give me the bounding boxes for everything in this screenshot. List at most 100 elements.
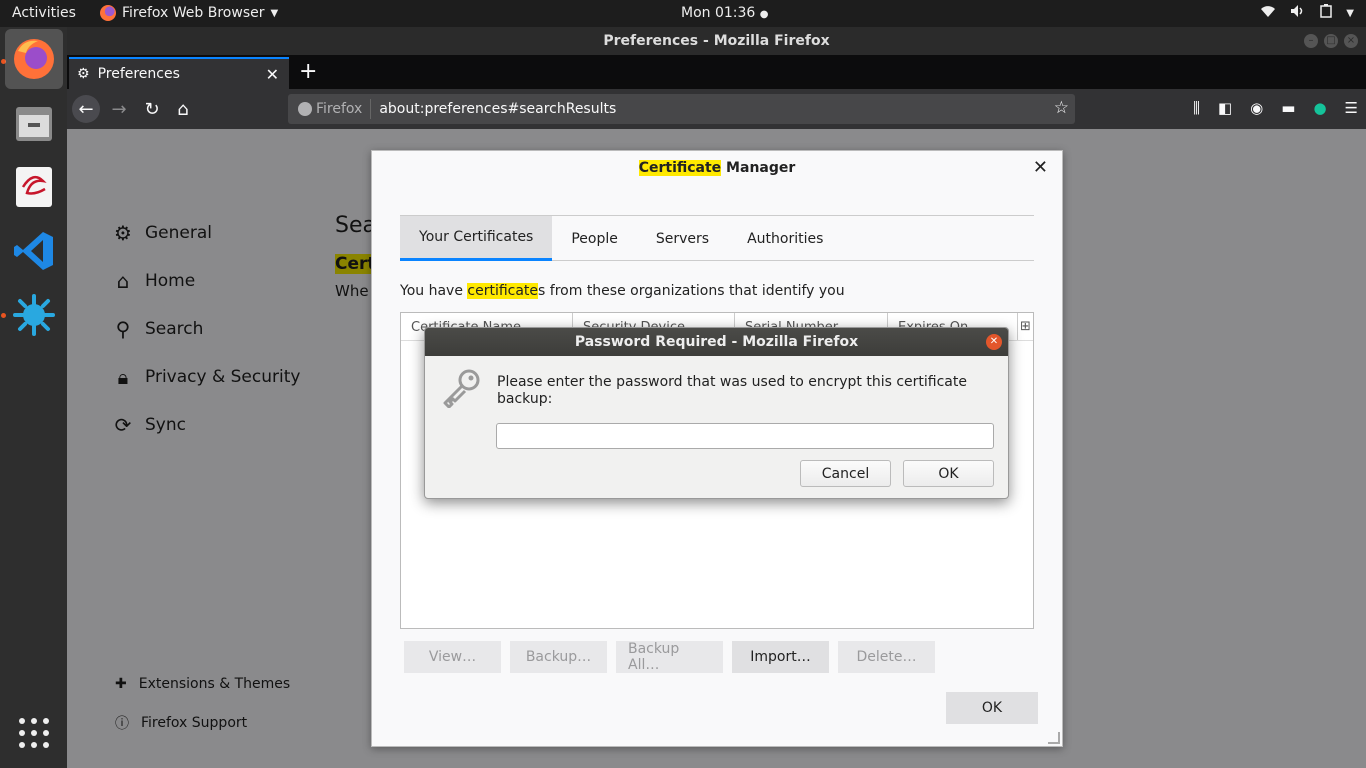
desc-text: You have [400, 283, 468, 299]
link-label: Firefox Support [141, 714, 248, 731]
app-grid-icon [19, 718, 49, 748]
reload-button[interactable]: ↻ [138, 95, 166, 123]
view-button[interactable]: View… [404, 641, 501, 673]
dock-document-viewer[interactable] [5, 157, 63, 217]
title-rest: Manager [721, 160, 796, 176]
firefox-icon [100, 5, 116, 21]
forward-button[interactable]: → [105, 95, 133, 123]
tab-preferences[interactable]: ⚙ Preferences ✕ [69, 57, 289, 89]
certificates-description: You have certificates from these organiz… [400, 283, 845, 299]
when-label: Whe [335, 282, 369, 300]
close-icon[interactable]: ✕ [986, 334, 1002, 350]
cancel-button[interactable]: Cancel [800, 460, 891, 487]
dialog-title: Certificate Manager [372, 160, 1062, 176]
home-button[interactable]: ⌂ [169, 95, 197, 123]
tab-people[interactable]: People [552, 216, 637, 261]
highlighted-text: Certificate [638, 160, 722, 176]
show-applications-button[interactable] [5, 703, 63, 763]
preferences-nav: ⚙ General ⌂ Home ⚲ Search 🔒︎ Privacy & Secur… [111, 209, 300, 449]
account-icon[interactable]: ◉ [1250, 99, 1263, 117]
search-results-partial: Sea Cert Whe [335, 213, 376, 300]
certificate-actions: View… Backup… Backup All… Import… Delete… [404, 641, 935, 673]
activities-button[interactable]: Activities [12, 5, 76, 21]
highlighted-text: certificate [467, 283, 539, 299]
tab-your-certificates[interactable]: Your Certificates [400, 216, 553, 261]
url-bar[interactable]: Firefox about:preferences#searchResults … [288, 94, 1075, 124]
delete-button[interactable]: Delete… [838, 641, 935, 673]
window-title: Preferences - Mozilla Firefox [603, 33, 830, 49]
firefox-icon [14, 39, 54, 79]
nav-label: General [145, 223, 212, 243]
navigation-toolbar: ← → ↻ ⌂ Firefox about:preferences#search… [67, 89, 1366, 129]
sync-icon: ⟳ [114, 413, 132, 437]
notification-dot-icon: ● [759, 9, 769, 20]
hamburger-menu-icon[interactable]: ☰ [1345, 99, 1358, 117]
lock-icon: 🔒︎ [117, 365, 129, 389]
extensions-themes-link[interactable]: ✚ Extensions & Themes [115, 664, 290, 703]
grammarly-icon[interactable]: ● [1313, 99, 1326, 117]
dock-files[interactable] [5, 93, 63, 153]
clock[interactable]: Mon 01:36 ● [681, 5, 769, 21]
dock-splash-app[interactable] [5, 285, 63, 345]
extension-icon[interactable]: ▬ [1281, 99, 1295, 117]
nav-label: Search [145, 319, 204, 339]
firefox-support-link[interactable]: ⓘ Firefox Support [115, 703, 290, 742]
dock-vscode[interactable] [5, 221, 63, 281]
window-close-button[interactable]: × [1344, 34, 1358, 48]
nav-general[interactable]: ⚙ General [111, 209, 300, 257]
search-results-heading: Sea [335, 213, 376, 238]
app-menu-label: Firefox Web Browser [122, 5, 265, 21]
certificates-section-heading: Cert [335, 254, 376, 274]
ok-button[interactable]: OK [903, 460, 994, 487]
ok-button[interactable]: OK [946, 692, 1038, 724]
nav-privacy-security[interactable]: 🔒︎ Privacy & Security [111, 353, 301, 401]
sidebar-icon[interactable]: ◧ [1218, 99, 1232, 117]
identity-box[interactable]: Firefox [288, 99, 372, 119]
gear-icon: ⚙ [77, 66, 90, 82]
nav-label: Privacy & Security [145, 367, 301, 387]
battery-icon [1320, 4, 1333, 22]
password-prompt-message: Please enter the password that was used … [497, 374, 967, 407]
tab-close-icon[interactable]: ✕ [266, 65, 279, 84]
column-picker-icon[interactable]: ⊞ [1018, 313, 1033, 340]
nav-sync[interactable]: ⟳ Sync [111, 401, 300, 449]
import-button[interactable]: Import… [732, 641, 829, 673]
back-button[interactable]: ← [72, 95, 100, 123]
tab-authorities[interactable]: Authorities [728, 216, 842, 261]
vscode-icon [14, 232, 53, 270]
tab-servers[interactable]: Servers [637, 216, 728, 261]
volume-icon [1290, 4, 1306, 22]
dialog-title: Password Required - Mozilla Firefox [574, 334, 859, 350]
preferences-footer-links: ✚ Extensions & Themes ⓘ Firefox Support [115, 664, 290, 742]
highlighted-text: Cert [335, 254, 376, 274]
maximize-button[interactable]: □ [1324, 34, 1338, 48]
nav-home[interactable]: ⌂ Home [111, 257, 300, 305]
backup-all-button[interactable]: Backup All… [616, 641, 723, 673]
resize-grip-icon[interactable] [1048, 732, 1060, 744]
password-input[interactable] [496, 423, 994, 449]
document-viewer-icon [16, 167, 52, 207]
nav-label: Home [145, 271, 196, 291]
minimize-button[interactable]: – [1304, 34, 1318, 48]
tab-label: Preferences [97, 66, 180, 82]
link-label: Extensions & Themes [138, 675, 291, 692]
password-required-dialog: Password Required - Mozilla Firefox ✕ Pl… [424, 327, 1009, 499]
new-tab-button[interactable]: + [299, 59, 317, 84]
key-icon [443, 369, 480, 408]
gear-icon: ⚙ [114, 221, 132, 245]
home-icon: ⌂ [116, 269, 130, 293]
nav-search[interactable]: ⚲ Search [111, 305, 300, 353]
tab-strip: ⚙ Preferences ✕ + [67, 55, 1366, 89]
app-menu[interactable]: Firefox Web Browser ▼ [100, 5, 278, 21]
chevron-down-icon: ▼ [1346, 7, 1354, 19]
bookmark-star-icon[interactable]: ☆ [1054, 98, 1069, 118]
identity-label: Firefox [316, 101, 363, 117]
system-tray[interactable]: ▼ [1260, 4, 1354, 22]
backup-button[interactable]: Backup… [510, 641, 607, 673]
url-text[interactable]: about:preferences#searchResults [371, 101, 616, 117]
library-icon[interactable]: ⫼ [1193, 99, 1200, 117]
splash-app-icon [13, 294, 55, 336]
dock-firefox[interactable] [5, 29, 63, 89]
close-icon[interactable]: ✕ [1033, 157, 1048, 178]
nav-label: Sync [145, 415, 186, 435]
